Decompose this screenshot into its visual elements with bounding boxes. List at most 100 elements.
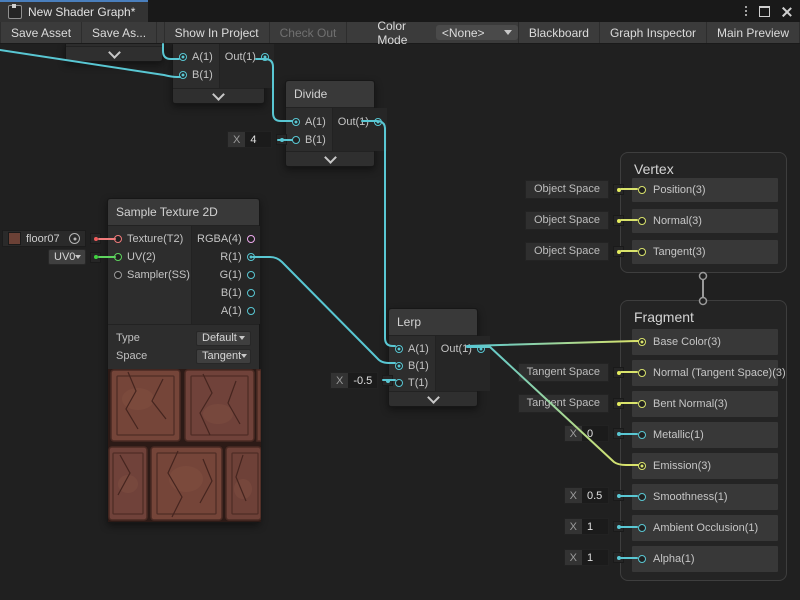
kebab-menu-icon[interactable] — [745, 6, 747, 16]
input-port-texture[interactable] — [114, 235, 122, 243]
output-port-out[interactable] — [477, 345, 485, 353]
port-row[interactable]: A(1) — [286, 113, 332, 131]
close-icon[interactable] — [782, 6, 792, 16]
output-port-g[interactable] — [247, 271, 255, 279]
input-port-sampler[interactable] — [114, 271, 122, 279]
float-field[interactable]: X -0.5 — [330, 372, 378, 389]
node-title[interactable]: Lerp — [389, 309, 477, 336]
float-field[interactable]: X 1 — [564, 518, 609, 535]
input-port-b[interactable] — [395, 362, 403, 370]
input-port-uv[interactable] — [114, 253, 122, 261]
input-port-b[interactable] — [292, 136, 300, 144]
maximize-icon[interactable] — [759, 6, 770, 17]
fragment-row-base-color[interactable]: Base Color(3) — [632, 329, 778, 355]
fragment-row-smoothness[interactable]: Smoothness(1) — [632, 484, 778, 510]
vertex-block[interactable]: Vertex Position(3) Normal(3) Tangent(3) — [620, 152, 787, 273]
block-port[interactable] — [638, 248, 646, 256]
field-value[interactable]: 1 — [582, 519, 608, 534]
port-row[interactable]: A(1) — [173, 48, 219, 66]
output-port-out[interactable] — [261, 53, 269, 61]
divide-node[interactable]: Divide A(1) B(1) Out(1) — [285, 80, 375, 167]
sample-texture-2d-node[interactable]: Sample Texture 2D Texture(T2) UV(2) Samp… — [107, 198, 260, 523]
lerp-node[interactable]: Lerp A(1) B(1) T(1) — [388, 308, 478, 407]
collapse-preview-button[interactable] — [66, 46, 162, 61]
fragment-row-alpha[interactable]: Alpha(1) — [632, 546, 778, 572]
port-row[interactable]: A(1) — [389, 340, 435, 357]
output-port-a[interactable] — [247, 307, 255, 315]
input-port-a[interactable] — [395, 345, 403, 353]
port-row[interactable]: Out(1) — [436, 340, 490, 357]
vertex-row-tangent[interactable]: Tangent(3) — [632, 240, 778, 264]
port-row[interactable]: Out(1) — [333, 113, 387, 131]
main-preview-button[interactable]: Main Preview — [707, 22, 800, 43]
collapse-preview-button[interactable] — [286, 151, 374, 166]
port-row[interactable]: B(1) — [389, 357, 435, 374]
block-port[interactable] — [638, 462, 646, 470]
output-port-rgba[interactable] — [247, 235, 255, 243]
graph-inspector-button[interactable]: Graph Inspector — [600, 22, 707, 43]
float-field[interactable]: X 0.5 — [564, 487, 609, 504]
save-asset-button[interactable]: Save Asset — [0, 22, 82, 43]
field-value[interactable]: 1 — [582, 550, 608, 565]
graph-canvas[interactable]: A(1) B(1) Out(1) Divide — [0, 44, 800, 600]
port-row[interactable]: UV(2) — [108, 248, 191, 266]
input-port-a[interactable] — [292, 118, 300, 126]
output-port-r[interactable] — [247, 253, 255, 261]
field-value[interactable]: -0.5 — [348, 373, 377, 388]
show-in-project-button[interactable]: Show In Project — [164, 22, 270, 43]
port-row[interactable]: A(1) — [192, 302, 260, 320]
space-dropdown[interactable]: Tangent — [196, 349, 251, 364]
port-row[interactable]: B(1) — [286, 131, 332, 149]
tab-new-shader-graph[interactable]: New Shader Graph* — [0, 0, 148, 22]
blackboard-button[interactable]: Blackboard — [518, 22, 600, 43]
fragment-block[interactable]: Fragment Base Color(3) Normal (Tangent S… — [620, 300, 787, 581]
block-port[interactable] — [638, 186, 646, 194]
partial-node[interactable] — [65, 44, 163, 62]
node-title[interactable]: Divide — [286, 81, 374, 108]
port-row[interactable]: Sampler(SS) — [108, 266, 191, 284]
check-out-button[interactable]: Check Out — [270, 22, 348, 43]
port-row[interactable]: Texture(T2) — [108, 230, 191, 248]
block-port[interactable] — [638, 555, 646, 563]
output-port-out[interactable] — [374, 118, 382, 126]
field-value[interactable]: 0.5 — [582, 488, 608, 503]
block-port[interactable] — [638, 400, 646, 408]
input-port-t[interactable] — [395, 379, 403, 387]
fragment-row-emission[interactable]: Emission(3) — [632, 453, 778, 479]
field-value[interactable]: 4 — [245, 132, 271, 147]
port-row[interactable]: B(1) — [192, 284, 260, 302]
fragment-row-normal[interactable]: Normal (Tangent Space)(3) — [632, 360, 778, 386]
float-field[interactable]: X 1 — [564, 549, 609, 566]
block-port[interactable] — [638, 493, 646, 501]
collapse-preview-button[interactable] — [389, 391, 477, 406]
fragment-row-metallic[interactable]: Metallic(1) — [632, 422, 778, 448]
texture-object-field[interactable]: floor07 — [2, 230, 86, 247]
color-mode-dropdown[interactable]: <None> — [436, 25, 518, 40]
port-row[interactable]: T(1) — [389, 374, 435, 391]
output-port-b[interactable] — [247, 289, 255, 297]
block-port[interactable] — [638, 338, 646, 346]
fragment-row-ambient-occlusion[interactable]: Ambient Occlusion(1) — [632, 515, 778, 541]
vertex-row-normal[interactable]: Normal(3) — [632, 209, 778, 233]
input-port-b[interactable] — [179, 71, 187, 79]
vertex-row-position[interactable]: Position(3) — [632, 178, 778, 202]
port-row[interactable]: Out(1) — [220, 48, 274, 66]
collapse-preview-button[interactable] — [173, 88, 264, 103]
add-node[interactable]: A(1) B(1) Out(1) — [172, 44, 265, 104]
object-picker-icon[interactable] — [69, 233, 80, 244]
block-port[interactable] — [638, 369, 646, 377]
block-port[interactable] — [638, 217, 646, 225]
float-field[interactable]: X 0 — [564, 425, 609, 442]
node-title[interactable]: Sample Texture 2D — [108, 199, 259, 226]
block-port[interactable] — [638, 524, 646, 532]
block-port[interactable] — [638, 431, 646, 439]
field-value[interactable]: 0 — [582, 426, 608, 441]
type-dropdown[interactable]: Default — [196, 331, 251, 346]
port-row[interactable]: G(1) — [192, 266, 260, 284]
uv-channel-dropdown[interactable]: UV0 — [48, 249, 86, 265]
port-row[interactable]: R(1) — [192, 248, 260, 266]
port-row[interactable]: B(1) — [173, 66, 219, 84]
input-port-a[interactable] — [179, 53, 187, 61]
save-as-button[interactable]: Save As... — [82, 22, 157, 43]
fragment-row-bent-normal[interactable]: Bent Normal(3) — [632, 391, 778, 417]
